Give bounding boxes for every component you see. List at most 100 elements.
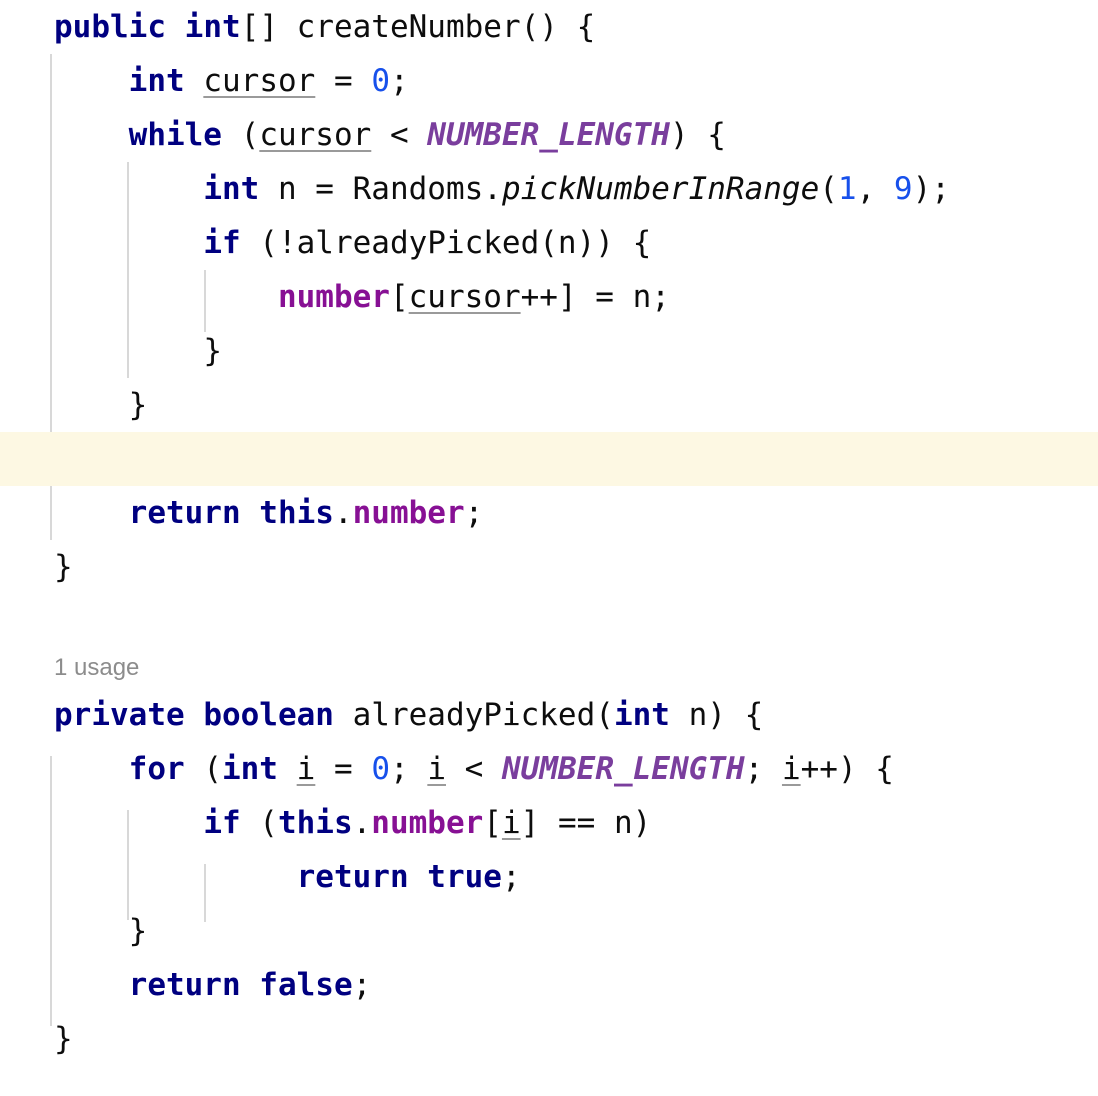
token-variable-i[interactable]: i	[782, 751, 801, 787]
inlay-hint-usage-count[interactable]: 1 usage	[0, 648, 1098, 688]
token-assign-op: =	[315, 63, 372, 99]
token-static-method-picknumberinrange[interactable]: pickNumberInRange	[502, 171, 819, 207]
token-number-nine: 9	[893, 171, 913, 207]
token-keyword-true: true	[408, 859, 502, 895]
token-semicolon-1: ;	[390, 751, 428, 787]
token-constant-number-length[interactable]: NUMBER_LENGTH	[502, 751, 745, 787]
token-keyword-int: int	[221, 751, 278, 787]
code-line-6-content: number[cursor++] = n;	[0, 270, 670, 324]
token-assign-op: =	[315, 751, 372, 787]
token-keyword-return: return	[128, 495, 241, 531]
code-line-12-blank[interactable]	[0, 594, 1098, 648]
token-keyword-int: int	[128, 63, 185, 99]
code-line-16[interactable]: return true;	[0, 850, 1098, 904]
token-call-alreadypicked[interactable]: (!alreadyPicked(n)) {	[241, 225, 651, 261]
code-line-17[interactable]: }	[0, 904, 1098, 958]
token-keyword-for: for	[128, 751, 185, 787]
token-line4-tail: );	[912, 171, 950, 207]
token-semicolon: ;	[352, 967, 372, 1003]
token-line14-tail: ) {	[837, 751, 894, 787]
token-less-than-op: <	[371, 117, 428, 153]
token-close-brace: }	[54, 549, 73, 585]
code-editor-viewport[interactable]: public int[] createNumber() { int cursor…	[0, 0, 1098, 1096]
token-method-name-createnumber[interactable]: createNumber	[297, 9, 521, 45]
token-line6-assign: = n;	[595, 279, 670, 315]
token-number-one: 1	[837, 171, 857, 207]
token-keyword-if: if	[203, 805, 241, 841]
code-line-3[interactable]: while (cursor < NUMBER_LENGTH) {	[0, 108, 1098, 162]
token-semicolon: ;	[389, 63, 409, 99]
token-close-brace: }	[54, 1021, 73, 1057]
token-variable-cursor[interactable]: cursor	[203, 63, 315, 99]
token-array-brackets: []	[240, 9, 297, 45]
token-variable-cursor[interactable]: cursor	[409, 279, 521, 315]
token-open-paren: (	[221, 117, 260, 153]
token-keyword-false: false	[240, 967, 353, 1003]
code-line-18[interactable]: return false;	[0, 958, 1098, 1012]
code-line-15-content: if (this.number[i] == n)	[0, 796, 651, 850]
token-keyword-return: return	[296, 859, 409, 895]
token-close-brace: }	[128, 913, 148, 949]
token-open-bracket: [	[483, 805, 502, 841]
token-close-brace: }	[203, 333, 222, 369]
token-class-randoms[interactable]: Randoms.	[353, 171, 502, 207]
code-line-7[interactable]: }	[0, 324, 1098, 378]
token-open-paren: (	[240, 805, 278, 841]
code-line-19-content: }	[0, 1012, 73, 1066]
code-line-2[interactable]: int cursor = 0;	[0, 54, 1098, 108]
token-keyword-this: this	[240, 495, 334, 531]
code-line-15[interactable]: if (this.number[i] == n)	[0, 796, 1098, 850]
token-keyword-return: return	[128, 967, 241, 1003]
code-line-1[interactable]: public int[] createNumber() {	[0, 0, 1098, 54]
token-increment-op: ++	[520, 279, 558, 315]
code-line-3-content: while (cursor < NUMBER_LENGTH) {	[0, 108, 726, 162]
token-less-than-op: <	[446, 751, 502, 787]
token-keyword-int: int	[203, 171, 260, 207]
token-close-bracket: ]	[557, 279, 596, 315]
token-field-number[interactable]: number	[371, 805, 483, 841]
code-line-16-content: return true;	[0, 850, 521, 904]
token-variable-i[interactable]: i	[297, 751, 316, 787]
code-line-4[interactable]: int n = Randoms.pickNumberInRange(1, 9);	[0, 162, 1098, 216]
token-open-paren: (	[819, 171, 838, 207]
code-line-11[interactable]: }	[0, 540, 1098, 594]
token-method-name-alreadypicked[interactable]: alreadyPicked(	[334, 697, 614, 733]
token-semicolon: ;	[464, 495, 484, 531]
code-line-2-content: int cursor = 0;	[0, 54, 409, 108]
token-semicolon-2: ;	[744, 751, 782, 787]
code-line-8-content: }	[0, 378, 148, 432]
code-line-1-content: public int[] createNumber() {	[0, 0, 595, 54]
token-close-bracket: ]	[520, 805, 558, 841]
token-line15-tail: == n)	[557, 805, 652, 841]
token-variable-i[interactable]: i	[427, 751, 446, 787]
token-keyword-this: this	[277, 805, 353, 841]
token-constant-number-length[interactable]: NUMBER_LENGTH	[427, 117, 670, 153]
code-line-5[interactable]: if (!alreadyPicked(n)) {	[0, 216, 1098, 270]
token-variable-i[interactable]: i	[502, 805, 521, 841]
code-line-10[interactable]: return this.number;	[0, 486, 1098, 540]
code-line-5-content: if (!alreadyPicked(n)) {	[0, 216, 651, 270]
token-field-number[interactable]: number	[353, 495, 465, 531]
code-line-8[interactable]: }	[0, 378, 1098, 432]
token-field-number[interactable]: number	[278, 279, 390, 315]
token-comma: ,	[856, 171, 894, 207]
token-keyword-private: private	[54, 697, 185, 733]
token-keyword-while: while	[128, 117, 222, 153]
token-dot: .	[352, 805, 372, 841]
token-variable-cursor[interactable]: cursor	[259, 117, 371, 153]
code-line-17-content: }	[0, 904, 148, 958]
code-line-19[interactable]: }	[0, 1012, 1098, 1066]
token-keyword-public: public	[54, 9, 166, 45]
token-line1-tail: () {	[520, 9, 596, 45]
token-close-brace: }	[128, 387, 148, 423]
token-keyword-boolean: boolean	[184, 697, 334, 733]
code-line-6[interactable]: number[cursor++] = n;	[0, 270, 1098, 324]
code-line-13[interactable]: private boolean alreadyPicked(int n) {	[0, 688, 1098, 742]
token-keyword-int: int	[184, 9, 241, 45]
token-number-zero: 0	[371, 63, 390, 99]
token-keyword-if: if	[203, 225, 241, 261]
code-line-9-highlighted[interactable]	[0, 432, 1098, 486]
token-variable-n-decl: n =	[259, 171, 353, 207]
code-line-14[interactable]: for (int i = 0; i < NUMBER_LENGTH; i++) …	[0, 742, 1098, 796]
